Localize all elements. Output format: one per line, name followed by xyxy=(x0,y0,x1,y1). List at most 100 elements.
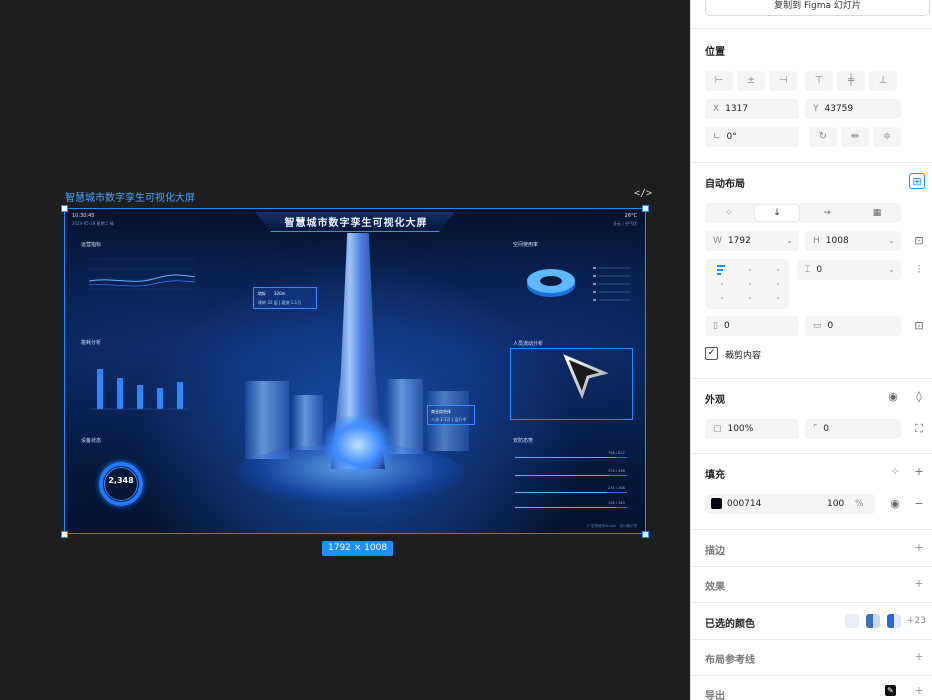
section-title-fill: 填充 xyxy=(705,470,725,481)
properties-panel: 复制到 Figma 幻灯片 位置 ⊢ ± ⊣ ⊤ ╪ ⊥ X 1317 Y 4375… xyxy=(690,0,932,700)
layout-direction-tabs: ⁘ ↓ → ▦ xyxy=(705,203,901,223)
layout-wrap-icon[interactable]: ⁘ xyxy=(707,205,751,221)
rotation-field[interactable]: ∟ 0° xyxy=(705,127,799,147)
panel-title-security: 安防态势 xyxy=(513,438,534,444)
height-field[interactable]: H 1008 ⌄ xyxy=(805,231,901,251)
clip-content-checkbox[interactable]: ✓ xyxy=(705,347,718,360)
styles-grid-icon[interactable]: ⁘ xyxy=(887,464,903,480)
remove-fill-icon[interactable]: − xyxy=(911,496,927,512)
building xyxy=(293,395,323,450)
align-dot xyxy=(721,297,723,299)
resize-handle-top-right[interactable] xyxy=(642,205,649,212)
section-title-auto-layout: 自动布局 xyxy=(705,179,745,190)
y-label: Y xyxy=(813,104,819,114)
layout-vertical-icon[interactable]: ↓ xyxy=(755,205,799,221)
add-fill-icon[interactable]: + xyxy=(911,464,927,480)
h-label: H xyxy=(813,236,820,246)
canvas[interactable]: 智慧城市数字孪生可视化大屏 </> 智慧城市数字孪生可视化大屏 10:30:45… xyxy=(0,0,690,700)
add-effect-icon[interactable]: + xyxy=(911,576,927,592)
radius-value: 0 xyxy=(823,424,829,434)
align-dot xyxy=(749,269,751,271)
tag-title: 商业综合体 xyxy=(431,409,451,414)
layout-horizontal-icon[interactable]: → xyxy=(805,205,849,221)
padding-horizontal-icon: ▯ xyxy=(713,321,718,331)
color-chip[interactable] xyxy=(887,614,901,628)
color-chip[interactable] xyxy=(845,614,859,628)
rotation-value: 0° xyxy=(726,132,737,142)
gap-field[interactable]: ⌶ 0 ⌄ xyxy=(797,260,901,280)
panel-title-people-flow: 人员流动分析 xyxy=(513,341,544,347)
size-badge: 1792 × 1008 xyxy=(322,541,394,556)
add-stroke-icon[interactable]: + xyxy=(911,540,927,556)
align-dot xyxy=(777,297,779,299)
align-right-icon[interactable]: ⊣ xyxy=(769,71,797,91)
dashboard-air-quality: 多云 | 空气优 xyxy=(613,221,637,226)
eye-icon[interactable]: ◉ xyxy=(885,389,901,405)
x-position-field[interactable]: X 1317 xyxy=(705,99,799,119)
add-layout-guide-icon[interactable]: + xyxy=(911,649,927,665)
y-value: 43759 xyxy=(824,104,854,114)
export-preview-icon[interactable]: ✎ xyxy=(885,685,896,696)
color-chip[interactable] xyxy=(866,614,880,628)
add-export-icon[interactable]: + xyxy=(911,683,927,699)
align-left-icon[interactable]: ⊢ xyxy=(705,71,733,91)
resize-handle-bottom-left[interactable] xyxy=(61,531,68,538)
visibility-eye-icon[interactable]: ◉ xyxy=(887,496,903,512)
section-title-appearance: 外观 xyxy=(705,395,725,406)
h-value: 1008 xyxy=(825,236,849,246)
align-dot xyxy=(749,283,751,285)
auto-layout-toggle-icon[interactable]: ⊞ xyxy=(909,173,925,189)
tooltip-sub: 建筑 32 层 | 客流 1.1万 xyxy=(258,300,302,305)
device-count: 2,348 xyxy=(108,476,134,485)
appearance-section: 外观 ◉ ◊ ▢ 100% ⌜ 0 ⛶ xyxy=(691,378,932,453)
selected-frame[interactable]: 智慧城市数字孪生可视化大屏 10:30:45 2024-05-28 星期二 晴 … xyxy=(64,208,646,534)
align-dot xyxy=(721,283,723,285)
dashboard-temperature: 26°C xyxy=(624,213,637,219)
security-bar xyxy=(515,492,627,493)
panel-title-energy: 能耗分析 xyxy=(81,340,102,346)
horizontal-padding-field[interactable]: ▯ 0 xyxy=(705,316,799,336)
width-field[interactable]: W 1792 ⌄ xyxy=(705,231,799,251)
security-bar xyxy=(515,475,627,476)
layout-settings-icon[interactable]: ⫶ xyxy=(911,262,927,278)
fill-opacity: 100 xyxy=(827,499,845,509)
flip-horizontal-icon[interactable]: ⇹ xyxy=(841,127,869,147)
section-title-effects: 效果 xyxy=(705,582,725,593)
fill-swatch[interactable] xyxy=(711,498,722,509)
clip-content-label: 裁剪内容 xyxy=(725,351,762,361)
layout-grid-icon[interactable]: ▦ xyxy=(855,205,899,221)
align-top-icon[interactable]: ⊤ xyxy=(805,71,833,91)
section-title-export: 导出 xyxy=(705,691,725,700)
layout-guides-section: 布局参考线 + xyxy=(691,639,932,675)
align-h-center-icon[interactable]: ± xyxy=(737,71,765,91)
resize-to-fit-icon[interactable]: ⊡ xyxy=(911,233,927,249)
w-label: W xyxy=(713,236,722,246)
blend-mode-icon[interactable]: ◊ xyxy=(911,389,927,405)
building xyxy=(245,381,289,459)
y-position-field[interactable]: Y 43759 xyxy=(805,99,901,119)
align-v-center-icon[interactable]: ╪ xyxy=(837,71,865,91)
opacity-field[interactable]: ▢ 100% xyxy=(705,419,799,439)
independent-corners-icon[interactable]: ⛶ xyxy=(911,421,927,437)
code-icon[interactable]: </> xyxy=(634,188,652,200)
resize-handle-top-left[interactable] xyxy=(61,205,68,212)
gap-icon: ⌶ xyxy=(805,265,811,275)
copy-to-slides-button[interactable]: 复制到 Figma 幻灯片 xyxy=(705,0,930,16)
corner-radius-field[interactable]: ⌜ 0 xyxy=(805,419,901,439)
vertical-padding-field[interactable]: ▭ 0 xyxy=(805,316,901,336)
chevron-down-icon: ⌄ xyxy=(786,236,793,245)
tooltip-value: 320m xyxy=(274,291,286,296)
align-bottom-icon[interactable]: ⊥ xyxy=(869,71,897,91)
corner-radius-icon: ⌜ xyxy=(813,424,818,434)
resize-handle-bottom-right[interactable] xyxy=(642,531,649,538)
frame-title[interactable]: 智慧城市数字孪生可视化大屏 xyxy=(65,189,195,204)
rotate-icon[interactable]: ↻ xyxy=(809,127,837,147)
dashboard-date: 2024-05-28 星期二 晴 xyxy=(72,221,114,226)
fill-color-field[interactable]: 000714 100 % xyxy=(705,494,875,514)
more-colors-count[interactable]: +23 xyxy=(907,616,926,626)
opacity-value: 100% xyxy=(727,424,754,434)
flip-vertical-icon[interactable]: ≑ xyxy=(873,127,901,147)
align-indicator-icon xyxy=(717,273,721,275)
alignment-grid[interactable] xyxy=(705,259,789,309)
independent-padding-icon[interactable]: ⊡ xyxy=(911,318,927,334)
